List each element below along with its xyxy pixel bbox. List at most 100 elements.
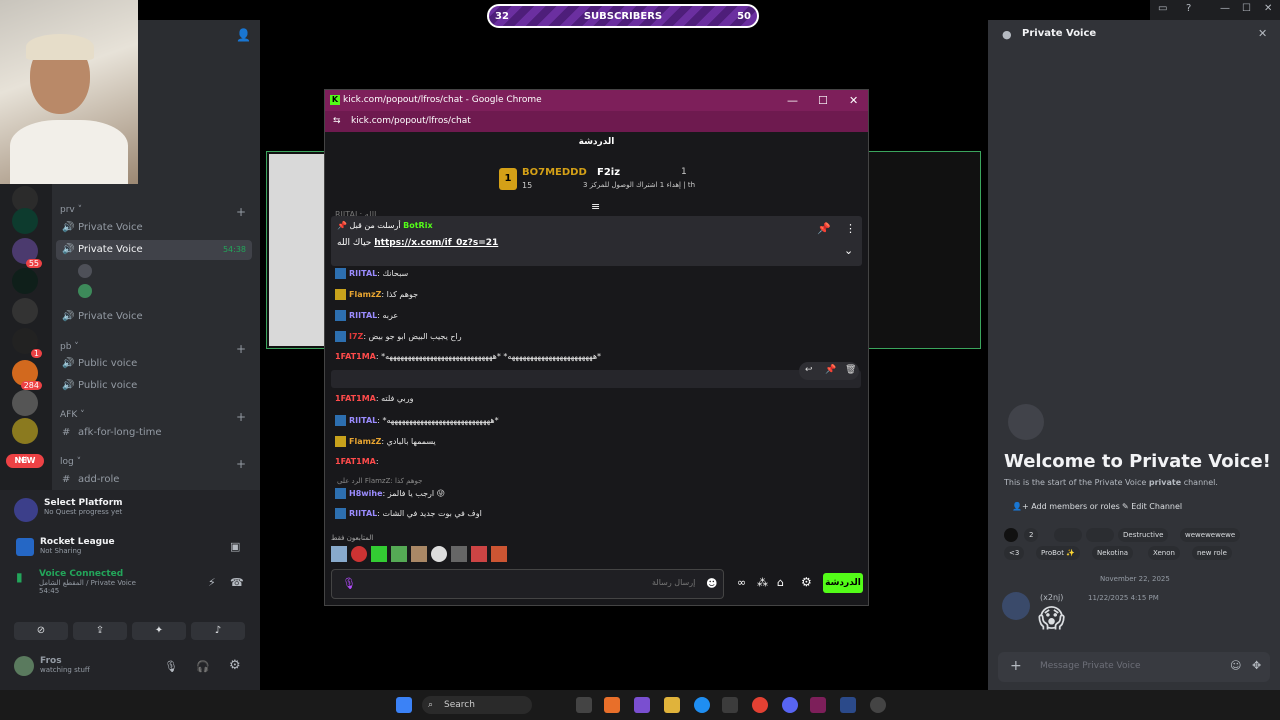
add-member-icon[interactable]: 👤 [236,28,251,42]
category-log[interactable]: log ˅ + [60,457,246,471]
avatar[interactable] [14,656,34,676]
windows-start-icon[interactable] [396,697,412,713]
emote-icon[interactable] [491,546,507,562]
add-members-button[interactable]: 👤+ Add members or roles [1012,502,1120,511]
collapse-icon[interactable]: ≡ [591,200,600,213]
chat-username[interactable]: RIITAL [349,509,377,518]
chat-username[interactable]: 1FAT1MA [335,394,376,403]
settings-icon[interactable]: ⚙ [229,658,241,673]
minimize-icon[interactable]: — [1220,3,1230,14]
channel-private-voice-active[interactable]: 🔊 Private Voice 54:38 [56,240,252,260]
channel-private-voice-1[interactable]: 🔊 Private Voice [56,218,252,238]
file-explorer-icon[interactable] [664,697,680,713]
role-tag[interactable]: Nekotina [1092,546,1134,560]
quest-icon[interactable] [14,498,38,522]
leader-second-name[interactable]: F2iz [597,167,620,178]
username[interactable]: Fros [40,656,90,666]
more-icon[interactable]: ⋮ [845,222,856,235]
category-afk[interactable]: AFK ˅ + [60,410,246,424]
pinned-message[interactable]: 📌 أرسلت من قبل BotRix حياك الله https://… [331,216,862,266]
emote-icon[interactable] [411,546,427,562]
role-tag[interactable]: 2 [1024,528,1039,542]
role-tag[interactable] [1054,528,1082,542]
chat-username[interactable]: FlamzZ [349,437,381,446]
infinity-icon[interactable]: ∞ [737,576,746,589]
taskbar-search[interactable]: ⌕ Search [422,696,532,714]
app-icon[interactable] [634,697,650,713]
store-icon[interactable]: ⌂ [777,576,784,589]
camera-button[interactable]: ⊘ [14,622,68,640]
server-icon[interactable]: 1 [12,328,42,358]
chrome-icon[interactable] [752,697,768,713]
role-tag[interactable]: <3 [1004,546,1025,560]
chat-username[interactable]: I7Z [349,332,363,341]
noise-suppression-icon[interactable]: ⚡ [208,576,216,589]
pinned-link[interactable]: https://x.com/if_0z?s=21 [374,238,498,248]
category-pb[interactable]: pb ˅ + [60,342,246,356]
role-tag[interactable] [1086,528,1114,542]
leader-first-name[interactable]: BO7MEDDD [522,167,587,178]
send-chat-button[interactable]: الدردشة [823,573,863,593]
emoji-icon[interactable]: ☻ [706,577,717,590]
voice-user-avatar[interactable] [78,284,92,298]
maximize-icon[interactable]: ☐ [1242,3,1251,14]
role-tag[interactable]: wewewewewe [1180,528,1241,542]
apps-icon[interactable]: ✥ [1252,659,1261,672]
channel-add-role[interactable]: # add-role [56,470,252,490]
emote-icon[interactable] [431,546,447,562]
close-icon[interactable]: ✕ [1258,27,1267,40]
unpin-icon[interactable]: 📌 [817,222,831,235]
server-icon[interactable]: 55 [12,238,42,268]
plus-icon[interactable]: + [1010,658,1022,674]
soundboard-button[interactable]: ♪ [191,622,245,640]
chat-message[interactable]: RIITAL: سبحانك [335,268,408,283]
task-view-icon[interactable] [576,697,592,713]
channel-public-voice-2[interactable]: 🔊 Public voice [56,376,252,396]
screen-share-icon[interactable]: ▣ [230,540,240,553]
emote-icon[interactable] [451,546,467,562]
chat-message[interactable]: RIITAL: عربه [335,310,398,325]
chat-message[interactable]: 1FAT1MA: وربي فلته [335,394,413,409]
category-prv[interactable]: prv ˅ + [60,205,246,219]
mic-icon[interactable]: 🎙 [164,660,178,673]
address-bar[interactable]: ⇆ kick.com/popout/lfros/chat [325,111,868,132]
trash-icon[interactable]: 🗑 [845,365,856,375]
chevron-down-icon[interactable]: ⌄ [844,244,853,257]
emote-icon[interactable] [371,546,387,562]
role-tag[interactable]: ProBot ✨ [1036,546,1080,560]
close-icon[interactable]: ✕ [1264,3,1272,14]
url-text[interactable]: kick.com/popout/lfros/chat [351,116,471,126]
server-icon[interactable] [12,418,38,444]
chat-message[interactable]: FlamzZ: جوهم كذا [335,289,418,304]
screen-share-button[interactable]: ⇪ [73,622,127,640]
emote-icon[interactable] [391,546,407,562]
activities-button[interactable]: ✦ [132,622,186,640]
chat-username[interactable]: RIITAL [349,311,377,320]
server-icon[interactable] [12,208,38,234]
chrome-popout-icon[interactable] [810,697,826,713]
chat-message[interactable]: I7Z: راح يجيب البيض ابو جو بيض [335,331,462,346]
server-icon[interactable] [12,268,38,294]
chat-username[interactable]: FlamzZ [349,290,381,299]
shapes-icon[interactable]: ⁂ [757,576,768,589]
voice-connected[interactable]: Voice Connected [39,569,136,579]
message-input[interactable]: + Message Private Voice ☺ ✥ [998,652,1270,682]
chat-username[interactable]: 1FAT1MA [335,457,376,466]
role-tag[interactable]: new role [1192,546,1232,560]
chat-message[interactable]: 1FAT1MA: [335,457,379,472]
store-icon[interactable] [722,697,738,713]
message-author[interactable]: (x2nj) [1040,593,1063,602]
channel-private-voice-3[interactable]: 🔊 Private Voice [56,307,252,327]
channel-public-voice-1[interactable]: 🔊 Public voice [56,354,252,374]
emoji-icon[interactable]: ☺ [1230,659,1241,672]
reply-hint[interactable]: الرد على FlamzZ: جوهم كذا [337,477,422,485]
app-icon[interactable] [840,697,856,713]
disconnect-icon[interactable]: ☎ [230,576,244,589]
quest-title[interactable]: Select Platform [44,498,123,508]
chat-message[interactable]: H8wihe: ارجب يا فالمز 😜 [335,488,445,503]
chat-message[interactable]: RIITAL: *ههههههههههههههههههههههههههههه* [335,415,499,430]
reply-icon[interactable]: ↩ [805,365,813,375]
server-icon[interactable] [12,390,38,416]
server-icon[interactable]: 284 [12,360,42,390]
server-icon[interactable] [12,298,38,324]
